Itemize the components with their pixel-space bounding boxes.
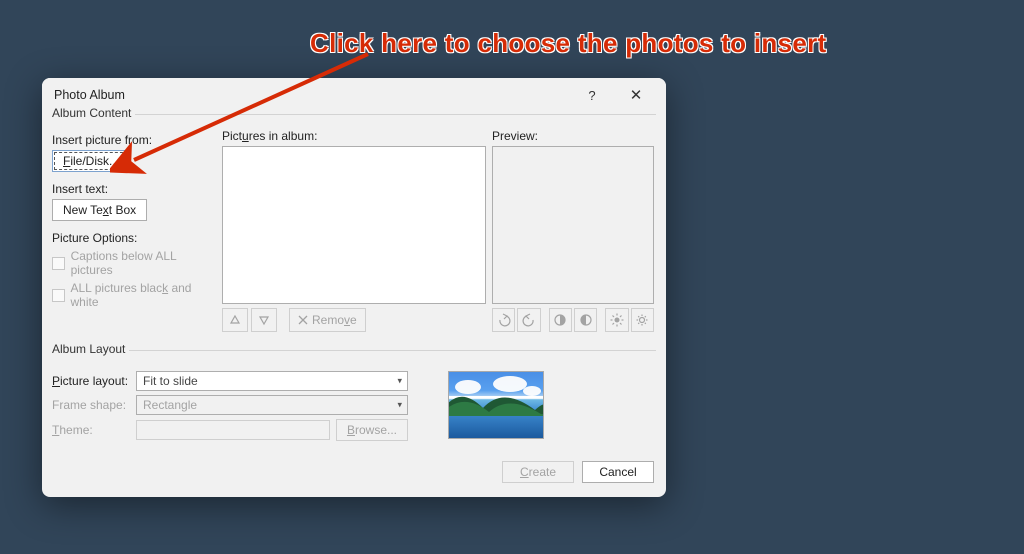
new-text-box-button[interactable]: New Text Box [52,199,147,221]
theme-input[interactable] [136,420,330,440]
captions-label: Captions below ALL pictures [71,249,216,277]
help-button[interactable]: ? [570,80,614,110]
move-down-button[interactable] [251,308,277,332]
instruction-arrow [110,48,390,178]
contrast-down-icon [579,313,593,327]
cancel-button[interactable]: Cancel [582,461,654,483]
picture-layout-value: Fit to slide [143,374,198,388]
remove-button[interactable]: Remove [289,308,366,332]
insert-text-label: Insert text: [52,182,216,196]
arrow-up-icon [229,314,241,326]
move-up-button[interactable] [222,308,248,332]
contrast-up-button[interactable] [549,308,572,332]
album-layout-label: Album Layout [48,342,129,356]
x-icon [298,315,308,325]
rotate-right-button[interactable] [517,308,540,332]
theme-label: Theme: [52,423,130,437]
album-layout-section: Album Layout [52,350,656,365]
preview-pane [492,146,654,304]
chevron-down-icon: ▾ [397,400,402,411]
bw-label: ALL pictures black and white [71,281,217,309]
close-button[interactable]: ✕ [614,80,658,110]
bw-checkbox[interactable] [52,289,65,302]
browse-button[interactable]: Browse... [336,419,408,441]
frame-shape-label: Frame shape: [52,398,130,412]
remove-label: Remove [312,313,357,327]
captions-checkbox[interactable] [52,257,65,270]
picture-options-label: Picture Options: [52,231,216,245]
instruction-annotation: Click here to choose the photos to inser… [310,28,826,59]
rotate-left-icon [497,313,511,327]
contrast-up-icon [553,313,567,327]
brightness-down-button[interactable] [631,308,654,332]
arrow-down-icon [258,314,270,326]
frame-shape-select[interactable]: Rectangle ▾ [136,395,408,415]
rotate-right-icon [522,313,536,327]
picture-layout-label: Picture layout: [52,374,130,388]
rotate-left-button[interactable] [492,308,515,332]
create-button[interactable]: Create [502,461,574,483]
preview-label: Preview: [492,129,654,143]
brightness-up-icon [610,313,624,327]
brightness-up-button[interactable] [605,308,628,332]
picture-layout-select[interactable]: Fit to slide ▾ [136,371,408,391]
layout-preview-thumbnail [448,371,544,439]
frame-shape-value: Rectangle [143,398,197,412]
brightness-down-icon [635,313,649,327]
contrast-down-button[interactable] [574,308,597,332]
chevron-down-icon: ▾ [397,376,402,387]
